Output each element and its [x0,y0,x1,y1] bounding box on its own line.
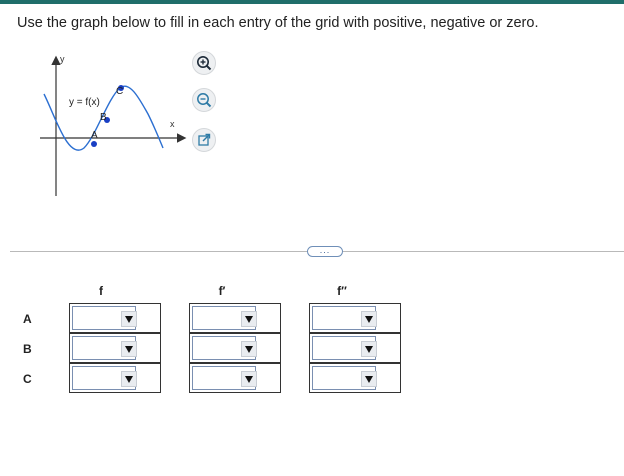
column-header-f-prime: f′ [218,284,226,298]
grid-cell-a-f-double-prime [309,303,401,333]
point-a [91,141,97,147]
grid-cell-c-f-prime [189,363,281,393]
dropdown-c-f[interactable] [72,366,137,390]
graph-svg: y x y = f(x) A B C [40,54,187,196]
dropdown-a-f-double-prime[interactable] [312,306,377,330]
grid-cell-b-f [69,333,161,363]
dropdown-arrow-icon[interactable] [241,371,257,387]
dropdown-arrow-icon[interactable] [121,311,137,327]
row-label-c: C [23,372,32,386]
dropdown-a-f-prime[interactable] [192,306,257,330]
dropdown-a-f[interactable] [72,306,137,330]
grid-cell-c-f-double-prime [309,363,401,393]
grid-cell-a-f-prime [189,303,281,333]
row-label-a: A [23,312,32,326]
function-graph: y x y = f(x) A B C [36,48,196,208]
grid-cell-b-f-prime [189,333,281,363]
zoom-in-button[interactable] [192,51,216,75]
function-label: y = f(x) [69,97,100,108]
point-a-label: A [91,130,98,141]
zoom-out-button[interactable] [192,88,216,112]
zoom-out-icon [197,93,212,108]
dropdown-b-f-double-prime[interactable] [312,336,377,360]
top-accent-bar [0,0,624,4]
point-c-label: C [116,86,123,97]
column-header-f: f [99,284,103,298]
dropdown-c-f-double-prime[interactable] [312,366,377,390]
dropdown-arrow-icon[interactable] [361,341,377,357]
dropdown-arrow-icon[interactable] [241,311,257,327]
x-axis-label: x [170,119,175,129]
column-header-f-double-prime: f′′ [337,284,347,298]
dropdown-arrow-icon[interactable] [121,341,137,357]
dropdown-arrow-icon[interactable] [361,311,377,327]
zoom-in-icon [197,56,212,71]
grid-cell-a-f [69,303,161,333]
dropdown-arrow-icon[interactable] [241,341,257,357]
dropdown-arrow-icon[interactable] [361,371,377,387]
grid-cell-c-f [69,363,161,393]
row-label-b: B [23,342,32,356]
popout-button[interactable] [192,128,216,152]
more-options-button[interactable]: ... [307,246,343,257]
popout-icon [198,133,211,146]
dropdown-b-f-prime[interactable] [192,336,257,360]
dropdown-arrow-icon[interactable] [121,371,137,387]
dropdown-b-f[interactable] [72,336,137,360]
y-axis-label: y [60,54,65,64]
dropdown-c-f-prime[interactable] [192,366,257,390]
point-b-label: B [100,112,107,123]
question-prompt: Use the graph below to fill in each entr… [17,15,539,31]
grid-cell-b-f-double-prime [309,333,401,363]
